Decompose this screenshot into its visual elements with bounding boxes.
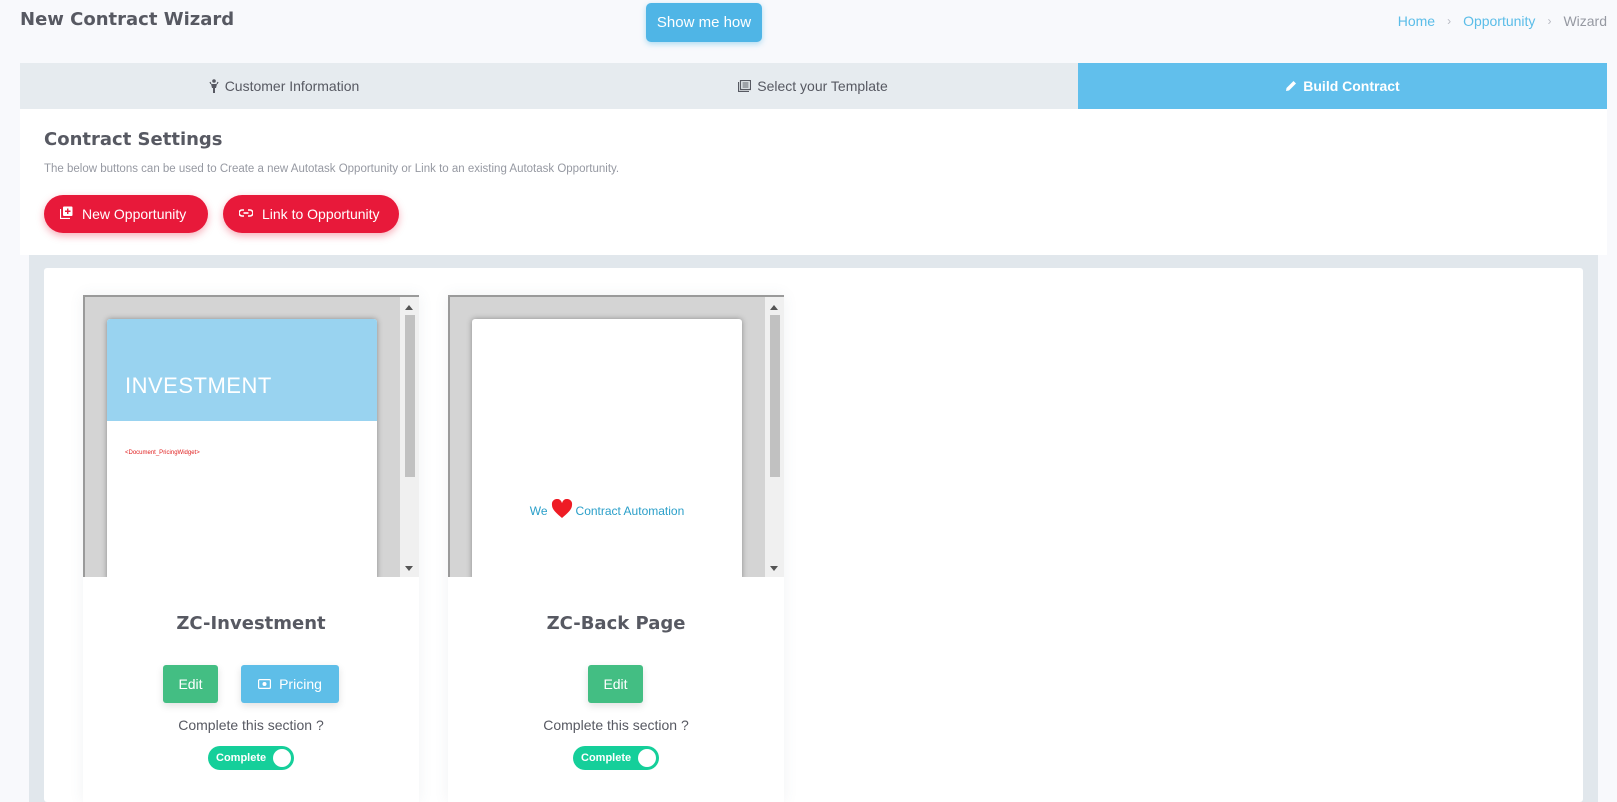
toggle-knob: [273, 749, 291, 767]
complete-toggle[interactable]: Complete: [573, 746, 659, 770]
breadcrumb-opportunity[interactable]: Opportunity: [1463, 13, 1535, 29]
toggle-knob: [638, 749, 656, 767]
scroll-down-arrow-icon[interactable]: [405, 566, 413, 571]
add-document-icon: [59, 206, 73, 222]
section-card: INVESTMENT <Document_PricingWidget> ZC-I…: [83, 295, 419, 802]
section-description: The below buttons can be used to Create …: [44, 163, 620, 175]
card-actions: Edit: [448, 665, 784, 703]
money-icon: [258, 676, 272, 692]
step-customer-information[interactable]: Customer Information: [20, 63, 548, 109]
document-banner: INVESTMENT: [107, 319, 377, 421]
page-title: New Contract Wizard: [20, 9, 235, 30]
wizard-steps: Customer Information Select your Templat…: [20, 63, 1607, 109]
step-select-template[interactable]: Select your Template: [548, 63, 1078, 109]
slogan-suffix: Contract Automation: [575, 503, 685, 518]
contract-settings-panel: Contract Settings The below buttons can …: [20, 109, 1607, 255]
scroll-thumb[interactable]: [770, 315, 780, 477]
banner-text: INVESTMENT: [125, 373, 272, 398]
breadcrumb-wizard: Wizard: [1563, 13, 1607, 29]
template-sections-area: INVESTMENT <Document_PricingWidget> ZC-I…: [29, 255, 1598, 802]
complete-question: Complete this section ?: [178, 717, 324, 733]
new-opportunity-button[interactable]: New Opportunity: [44, 195, 208, 233]
document-page: We Contract Automation: [472, 319, 742, 577]
button-label: Pricing: [279, 676, 322, 692]
document-placeholder-tag: <Document_PricingWidget>: [125, 450, 200, 456]
section-name: ZC-Back Page: [546, 613, 686, 634]
template-icon: [738, 80, 752, 92]
person-icon: [209, 79, 219, 93]
scroll-down-arrow-icon[interactable]: [770, 566, 778, 571]
step-label: Customer Information: [224, 78, 360, 94]
chevron-right-icon: ›: [1547, 14, 1552, 28]
edit-button[interactable]: Edit: [163, 665, 218, 703]
complete-question: Complete this section ?: [543, 717, 689, 733]
step-label: Build Contract: [1303, 78, 1400, 94]
edit-button[interactable]: Edit: [588, 665, 643, 703]
pricing-button[interactable]: Pricing: [241, 665, 339, 703]
preview-scrollbar[interactable]: [765, 297, 784, 577]
toggle-label: Complete: [216, 752, 267, 764]
document-page: INVESTMENT <Document_PricingWidget>: [107, 319, 377, 577]
heart-icon: [551, 498, 573, 522]
scroll-up-arrow-icon[interactable]: [405, 305, 413, 310]
breadcrumb: Home › Opportunity › Wizard: [1398, 13, 1607, 29]
complete-toggle[interactable]: Complete: [208, 746, 294, 770]
button-label: New Opportunity: [82, 206, 187, 222]
scroll-thumb[interactable]: [405, 315, 415, 477]
link-icon: [238, 206, 254, 222]
slogan-prefix: We: [529, 503, 548, 518]
pencil-icon: [1285, 80, 1297, 92]
breadcrumb-home[interactable]: Home: [1398, 13, 1435, 29]
button-label: Link to Opportunity: [262, 206, 380, 222]
toggle-label: Complete: [581, 752, 632, 764]
section-title: Contract Settings: [44, 129, 223, 150]
show-me-how-button[interactable]: Show me how: [646, 3, 762, 42]
document-preview[interactable]: INVESTMENT <Document_PricingWidget>: [83, 295, 419, 577]
template-sections-container: INVESTMENT <Document_PricingWidget> ZC-I…: [44, 268, 1583, 802]
step-label: Select your Template: [757, 78, 888, 94]
scroll-up-arrow-icon[interactable]: [770, 305, 778, 310]
step-build-contract[interactable]: Build Contract: [1078, 63, 1607, 109]
card-actions: Edit Pricing: [83, 665, 419, 703]
link-opportunity-button[interactable]: Link to Opportunity: [223, 195, 399, 233]
section-name: ZC-Investment: [176, 613, 326, 634]
document-slogan: We Contract Automation: [472, 498, 742, 522]
section-card: We Contract Automation ZC-Back Page Edit: [448, 295, 784, 802]
preview-scrollbar[interactable]: [400, 297, 419, 577]
chevron-right-icon: ›: [1447, 14, 1452, 28]
document-preview[interactable]: We Contract Automation: [448, 295, 784, 577]
